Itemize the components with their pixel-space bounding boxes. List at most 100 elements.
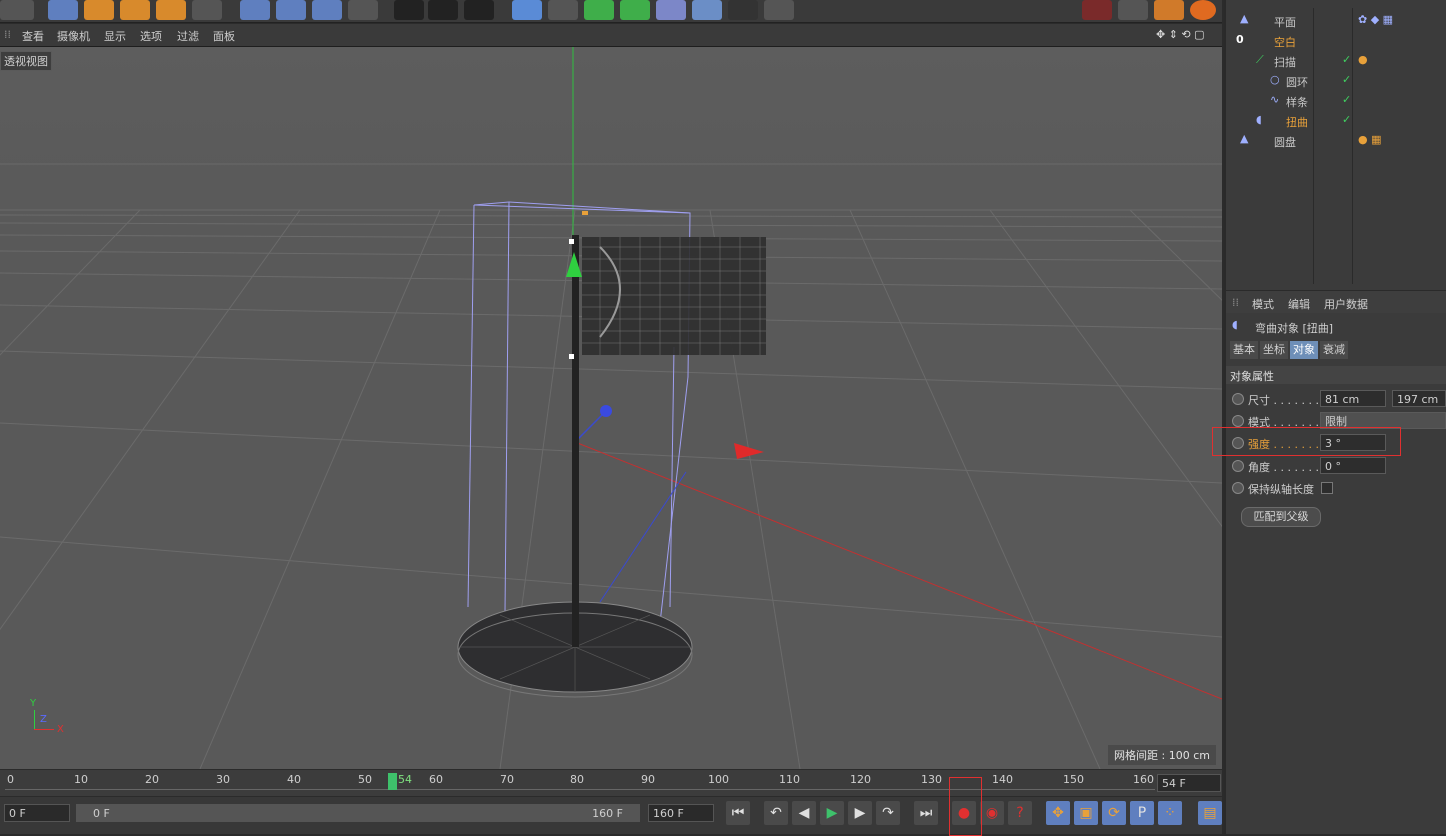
timeline-playhead[interactable]	[388, 773, 397, 790]
axis-label-z: Z	[40, 714, 47, 725]
timeline-tick: 0	[7, 773, 14, 786]
scale-tool-icon[interactable]	[120, 0, 150, 20]
prev-key-icon[interactable]: ↶	[764, 801, 788, 825]
animate-radio[interactable]	[1232, 415, 1244, 427]
rotate-tool-icon[interactable]	[156, 0, 186, 20]
object-name: 圆盘	[1274, 136, 1296, 149]
checkmark-icon[interactable]: ✓	[1342, 73, 1351, 86]
checkmark-icon[interactable]: ✓	[1342, 53, 1351, 66]
next-key-icon[interactable]: ↷	[876, 801, 900, 825]
bend-deformer-icon: ◖	[1232, 318, 1238, 331]
section-header: 对象属性	[1226, 366, 1446, 384]
checkmark-icon[interactable]: ✓	[1342, 93, 1351, 106]
menu-options[interactable]: 选项	[140, 28, 162, 44]
brand-logo-icon[interactable]	[1190, 0, 1216, 20]
animate-radio[interactable]	[1232, 393, 1244, 405]
animate-radio[interactable]	[1232, 482, 1244, 494]
key-position-icon[interactable]: ✥	[1046, 801, 1070, 825]
cube-icon[interactable]	[512, 0, 542, 20]
deformer-icon[interactable]	[656, 0, 686, 20]
z-axis-icon[interactable]	[312, 0, 342, 20]
object-row-bend[interactable]: ◖ 扭曲 ✓	[1226, 111, 1446, 131]
material-tag-icon[interactable]: ●	[1358, 53, 1368, 66]
timeline-ruler[interactable]: 0 10 20 30 40 50 60 70 80 90 100 110 120…	[0, 770, 1222, 796]
start-frame-field[interactable]: 0 F	[4, 804, 70, 822]
tab-basic[interactable]: 基本	[1230, 341, 1258, 359]
object-title: 弯曲对象 [扭曲]	[1255, 322, 1334, 335]
light-icon[interactable]	[764, 0, 794, 20]
tab-coord[interactable]: 坐标	[1260, 341, 1288, 359]
menu-display[interactable]: 显示	[104, 28, 126, 44]
axis-label-x: X	[57, 724, 64, 735]
subdivision-icon[interactable]	[584, 0, 614, 20]
script-icon[interactable]	[1118, 0, 1148, 20]
play-icon[interactable]: ▶	[820, 801, 844, 825]
goto-end-icon[interactable]: ⏭	[914, 801, 938, 825]
object-name: 扫描	[1274, 56, 1296, 69]
prev-frame-icon[interactable]: ◀	[792, 801, 816, 825]
object-row-null[interactable]: 0 空白	[1226, 31, 1446, 51]
frame-range-slider[interactable]: 0 F 160 F	[76, 804, 640, 822]
render-settings-icon[interactable]	[464, 0, 494, 20]
floor-icon[interactable]	[692, 0, 722, 20]
material-tag-icon[interactable]: ● ▦	[1358, 133, 1382, 146]
pen-spline-icon[interactable]	[548, 0, 578, 20]
current-frame-field[interactable]: 54 F	[1157, 774, 1221, 792]
keep-length-row: 保持纵轴长度	[1232, 478, 1446, 498]
tab-object[interactable]: 对象	[1290, 341, 1318, 359]
key-scale-icon[interactable]: ▣	[1074, 801, 1098, 825]
auto-key-icon[interactable]: ◉	[980, 801, 1004, 825]
menu-mode[interactable]: 模式	[1252, 296, 1274, 312]
timeline-tick: 110	[779, 773, 800, 786]
texture-tag-icon[interactable]: ✿ ◆ ▦	[1358, 13, 1393, 26]
animate-radio[interactable]	[1232, 460, 1244, 472]
timeline-tick: 70	[500, 773, 514, 786]
menu-edit[interactable]: 编辑	[1288, 296, 1310, 312]
object-row-circle[interactable]: ○ 圆环 ✓	[1226, 71, 1446, 91]
object-row-sweep[interactable]: ⟋ 扫描 ✓ ●	[1226, 51, 1446, 71]
menu-view[interactable]: 查看	[22, 28, 44, 44]
goto-start-icon[interactable]: ⏮	[726, 801, 750, 825]
menu-user-data[interactable]: 用户数据	[1324, 296, 1368, 312]
y-axis-icon[interactable]	[276, 0, 306, 20]
menu-filter[interactable]: 过滤	[177, 28, 199, 44]
select-tool-icon[interactable]	[48, 0, 78, 20]
object-row-plane[interactable]: ▲ 平面 ✿ ◆ ▦	[1226, 11, 1446, 31]
object-row-spline[interactable]: ∿ 样条 ✓	[1226, 91, 1446, 111]
snap-icon[interactable]	[1154, 0, 1184, 20]
angle-field[interactable]: 0 °	[1320, 457, 1386, 474]
match-to-parent-button[interactable]: 匹配到父级	[1241, 507, 1321, 527]
tab-falloff[interactable]: 衰减	[1320, 341, 1348, 359]
plane-icon: ▲	[1240, 12, 1249, 25]
size-x-field[interactable]: 81 cm	[1320, 390, 1386, 407]
menu-camera[interactable]: 摄像机	[57, 28, 90, 44]
grip-icon: ⁞⁞	[4, 28, 11, 41]
timeline-window-icon[interactable]: ▤	[1198, 801, 1222, 825]
camera-icon[interactable]	[728, 0, 758, 20]
keep-length-checkbox[interactable]	[1321, 482, 1333, 494]
key-parameter-icon[interactable]: P	[1130, 801, 1154, 825]
render-picture-viewer-icon[interactable]	[428, 0, 458, 20]
menu-panel[interactable]: 面板	[213, 28, 235, 44]
keyframe-selection-icon[interactable]: ?	[1008, 801, 1032, 825]
coordinate-system-icon[interactable]	[348, 0, 378, 20]
next-frame-icon[interactable]: ▶	[848, 801, 872, 825]
undo-icon[interactable]	[0, 0, 34, 20]
x-axis-icon[interactable]	[240, 0, 270, 20]
perspective-viewport[interactable]	[0, 47, 1222, 769]
object-row-disc[interactable]: ▲ 圆盘 ● ▦	[1226, 131, 1446, 151]
viewport-label: 透视视图	[0, 51, 52, 71]
key-rotation-icon[interactable]: ⟳	[1102, 801, 1126, 825]
viewport-nav-icons[interactable]: ✥ ⇕ ⟲ ▢	[1156, 28, 1205, 41]
render-view-icon[interactable]	[394, 0, 424, 20]
cloner-icon[interactable]	[620, 0, 650, 20]
key-pla-icon[interactable]: ⁘	[1158, 801, 1182, 825]
move-tool-icon[interactable]	[84, 0, 114, 20]
recent-tool-icon[interactable]	[192, 0, 222, 20]
size-y-field[interactable]: 197 cm	[1392, 390, 1446, 407]
section-title: 对象属性	[1230, 370, 1274, 383]
layout-icon[interactable]	[1082, 0, 1112, 20]
timeline-tick: 50	[358, 773, 372, 786]
checkmark-icon[interactable]: ✓	[1342, 113, 1351, 126]
end-frame-field[interactable]: 160 F	[648, 804, 714, 822]
